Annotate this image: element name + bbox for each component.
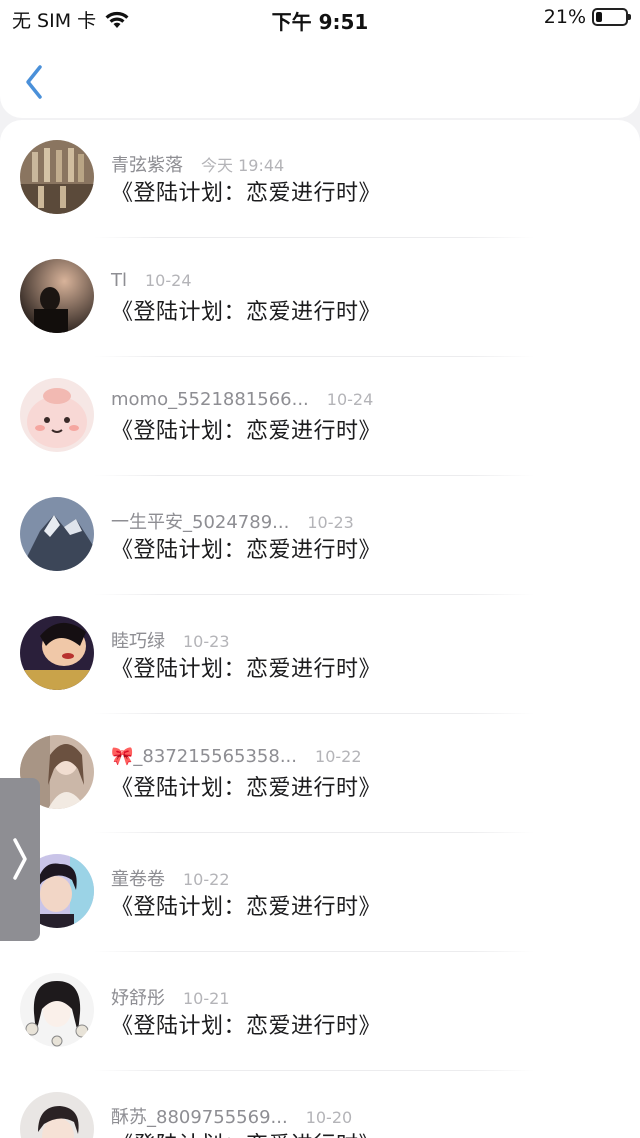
username[interactable]: momo_5521881566... bbox=[111, 389, 309, 410]
divider bbox=[94, 951, 534, 952]
avatar[interactable] bbox=[20, 616, 94, 690]
battery-fill bbox=[596, 12, 602, 22]
comment-date: 10-23 bbox=[307, 513, 354, 532]
comment-text: 《登陆计划：恋爱进行时》 bbox=[111, 1014, 382, 1039]
battery-icon bbox=[592, 8, 631, 26]
divider bbox=[94, 594, 534, 595]
comment-meta: momo_5521881566... 10-24 bbox=[111, 389, 373, 410]
comment-date: 10-20 bbox=[305, 1108, 353, 1127]
list-item[interactable]: 酥苏_8809755569... 10-20 《登陆计划：恋爱进行时》 bbox=[0, 1072, 640, 1138]
list-item[interactable]: 妤舒彤 10-21 《登陆计划：恋爱进行时》 bbox=[0, 953, 640, 1072]
username[interactable]: 青弦紫落 bbox=[111, 151, 183, 177]
username[interactable]: 童卷卷 bbox=[111, 865, 165, 891]
list-item[interactable]: 一生平安_5024789... 10-23 《登陆计划：恋爱进行时》 bbox=[0, 477, 640, 596]
comment-list[interactable]: 青弦紫落 今天 19:44 《登陆计划：恋爱进行时》 Tl 10-24 《登陆计… bbox=[0, 120, 640, 1138]
side-drawer-handle[interactable] bbox=[0, 778, 40, 941]
divider bbox=[94, 713, 534, 714]
comment-date: 10-21 bbox=[183, 989, 230, 1008]
comment-date: 10-22 bbox=[315, 747, 362, 766]
comment-text: 《登陆计划：恋爱进行时》 bbox=[111, 181, 382, 206]
status-right: 21% bbox=[543, 6, 631, 28]
comment-text: 《登陆计划：恋爱进行时》 bbox=[111, 538, 382, 563]
username[interactable]: 一生平安_5024789... bbox=[111, 508, 289, 534]
username[interactable]: 酥苏_8809755569... bbox=[111, 1103, 288, 1129]
avatar[interactable] bbox=[20, 378, 94, 452]
divider bbox=[94, 356, 534, 357]
comment-date: 10-24 bbox=[145, 271, 192, 290]
comment-meta: 妤舒彤 10-21 bbox=[111, 984, 230, 1010]
divider bbox=[94, 1070, 534, 1071]
username[interactable]: 妤舒彤 bbox=[111, 984, 165, 1010]
comment-meta: 🎀_837215565358... 10-22 bbox=[111, 746, 362, 767]
avatar[interactable] bbox=[20, 497, 94, 571]
comment-meta: 睦巧绿 10-23 bbox=[111, 627, 230, 653]
list-item[interactable]: Tl 10-24 《登陆计划：恋爱进行时》 bbox=[0, 239, 640, 358]
avatar[interactable] bbox=[20, 140, 94, 214]
chevron-left-icon bbox=[26, 65, 42, 99]
comment-date: 10-24 bbox=[326, 390, 374, 409]
username[interactable]: 🎀_837215565358... bbox=[111, 746, 297, 767]
comment-meta: 童卷卷 10-22 bbox=[111, 865, 230, 891]
comment-date: 10-22 bbox=[183, 870, 230, 889]
comment-text: 《登陆计划：恋爱进行时》 bbox=[111, 1127, 381, 1138]
avatar[interactable] bbox=[20, 973, 94, 1047]
navigation-bar: 无 SIM 卡 下午 9:51 21% bbox=[0, 0, 640, 118]
comment-meta: 一生平安_5024789... 10-23 bbox=[111, 508, 354, 534]
chevron-right-icon bbox=[13, 838, 27, 880]
comment-text: 《登陆计划：恋爱进行时》 bbox=[111, 776, 382, 801]
comment-text: 《登陆计划：恋爱进行时》 bbox=[111, 895, 382, 920]
comment-text: 《登陆计划：恋爱进行时》 bbox=[111, 657, 382, 682]
comment-meta: 青弦紫落 今天 19:44 bbox=[111, 151, 284, 177]
divider bbox=[94, 475, 534, 476]
avatar[interactable] bbox=[20, 259, 94, 333]
username[interactable]: 睦巧绿 bbox=[111, 627, 165, 653]
list-item[interactable]: 青弦紫落 今天 19:44 《登陆计划：恋爱进行时》 bbox=[0, 120, 640, 239]
comment-text: 《登陆计划：恋爱进行时》 bbox=[111, 419, 382, 444]
battery-percent: 21% bbox=[543, 6, 586, 28]
comment-meta: Tl 10-24 bbox=[111, 270, 192, 291]
comment-text: 《登陆计划：恋爱进行时》 bbox=[111, 300, 382, 325]
comment-date: 10-23 bbox=[183, 632, 230, 651]
back-button[interactable] bbox=[20, 62, 50, 102]
avatar[interactable] bbox=[20, 1092, 94, 1138]
username[interactable]: Tl bbox=[111, 270, 127, 291]
divider bbox=[94, 237, 534, 238]
list-item[interactable]: 童卷卷 10-22 《登陆计划：恋爱进行时》 bbox=[0, 834, 640, 953]
comment-meta: 酥苏_8809755569... 10-20 bbox=[111, 1103, 352, 1129]
list-item[interactable]: momo_5521881566... 10-24 《登陆计划：恋爱进行时》 bbox=[0, 358, 640, 477]
list-item[interactable]: 睦巧绿 10-23 《登陆计划：恋爱进行时》 bbox=[0, 596, 640, 715]
status-bar: 无 SIM 卡 下午 9:51 21% bbox=[0, 0, 640, 36]
comment-date: 今天 19:44 bbox=[201, 156, 285, 175]
divider bbox=[94, 832, 534, 833]
list-item[interactable]: 🎀_837215565358... 10-22 《登陆计划：恋爱进行时》 bbox=[0, 715, 640, 834]
